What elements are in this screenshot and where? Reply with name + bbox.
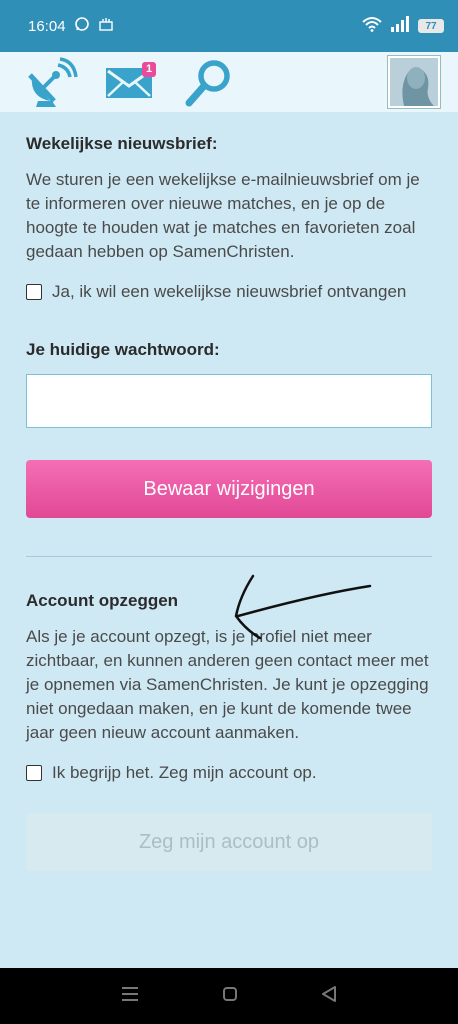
menu-icon[interactable]: [121, 986, 139, 1007]
back-icon[interactable]: [321, 985, 337, 1008]
battery-icon: 77: [418, 19, 444, 33]
cancel-account-checkbox[interactable]: [26, 765, 42, 781]
cancel-account-checkbox-label[interactable]: Ik begrijp het. Zeg mijn account op.: [52, 761, 317, 785]
password-field[interactable]: [26, 374, 432, 428]
messages-icon[interactable]: 1: [102, 56, 158, 108]
messages-badge: 1: [142, 62, 156, 77]
annotation-arrow: [234, 574, 372, 640]
settings-content: Wekelijkse nieuwsbrief: We sturen je een…: [26, 112, 432, 871]
newsletter-option[interactable]: Ja, ik wil een wekelijkse nieuwsbrief on…: [26, 280, 432, 304]
search-icon[interactable]: [180, 56, 236, 108]
top-navigation: 1: [0, 52, 458, 112]
android-navigation-bar: [0, 968, 458, 1024]
home-icon[interactable]: [222, 986, 238, 1007]
wifi-icon: [362, 16, 382, 36]
newsletter-description: We sturen je een wekelijkse e-mailnieuws…: [26, 170, 420, 261]
status-time: 16:04: [28, 17, 66, 35]
satellite-dish-icon[interactable]: [24, 56, 80, 108]
newsletter-heading: Wekelijkse nieuwsbrief:: [26, 134, 218, 153]
whatsapp-icon: [74, 16, 90, 36]
cancel-account-option[interactable]: Ik begrijp het. Zeg mijn account op.: [26, 761, 432, 785]
password-heading: Je huidige wachtwoord:: [26, 340, 220, 359]
avatar[interactable]: [388, 56, 440, 108]
notification-icon: [98, 17, 114, 35]
divider: [26, 556, 432, 557]
cancel-account-button[interactable]: Zeg mijn account op: [26, 813, 432, 871]
save-button[interactable]: Bewaar wijzigingen: [26, 460, 432, 518]
signal-icon: [390, 16, 410, 36]
newsletter-checkbox-label[interactable]: Ja, ik wil een wekelijkse nieuwsbrief on…: [52, 280, 406, 304]
status-bar: 16:04 77: [0, 0, 458, 52]
newsletter-checkbox[interactable]: [26, 284, 42, 300]
